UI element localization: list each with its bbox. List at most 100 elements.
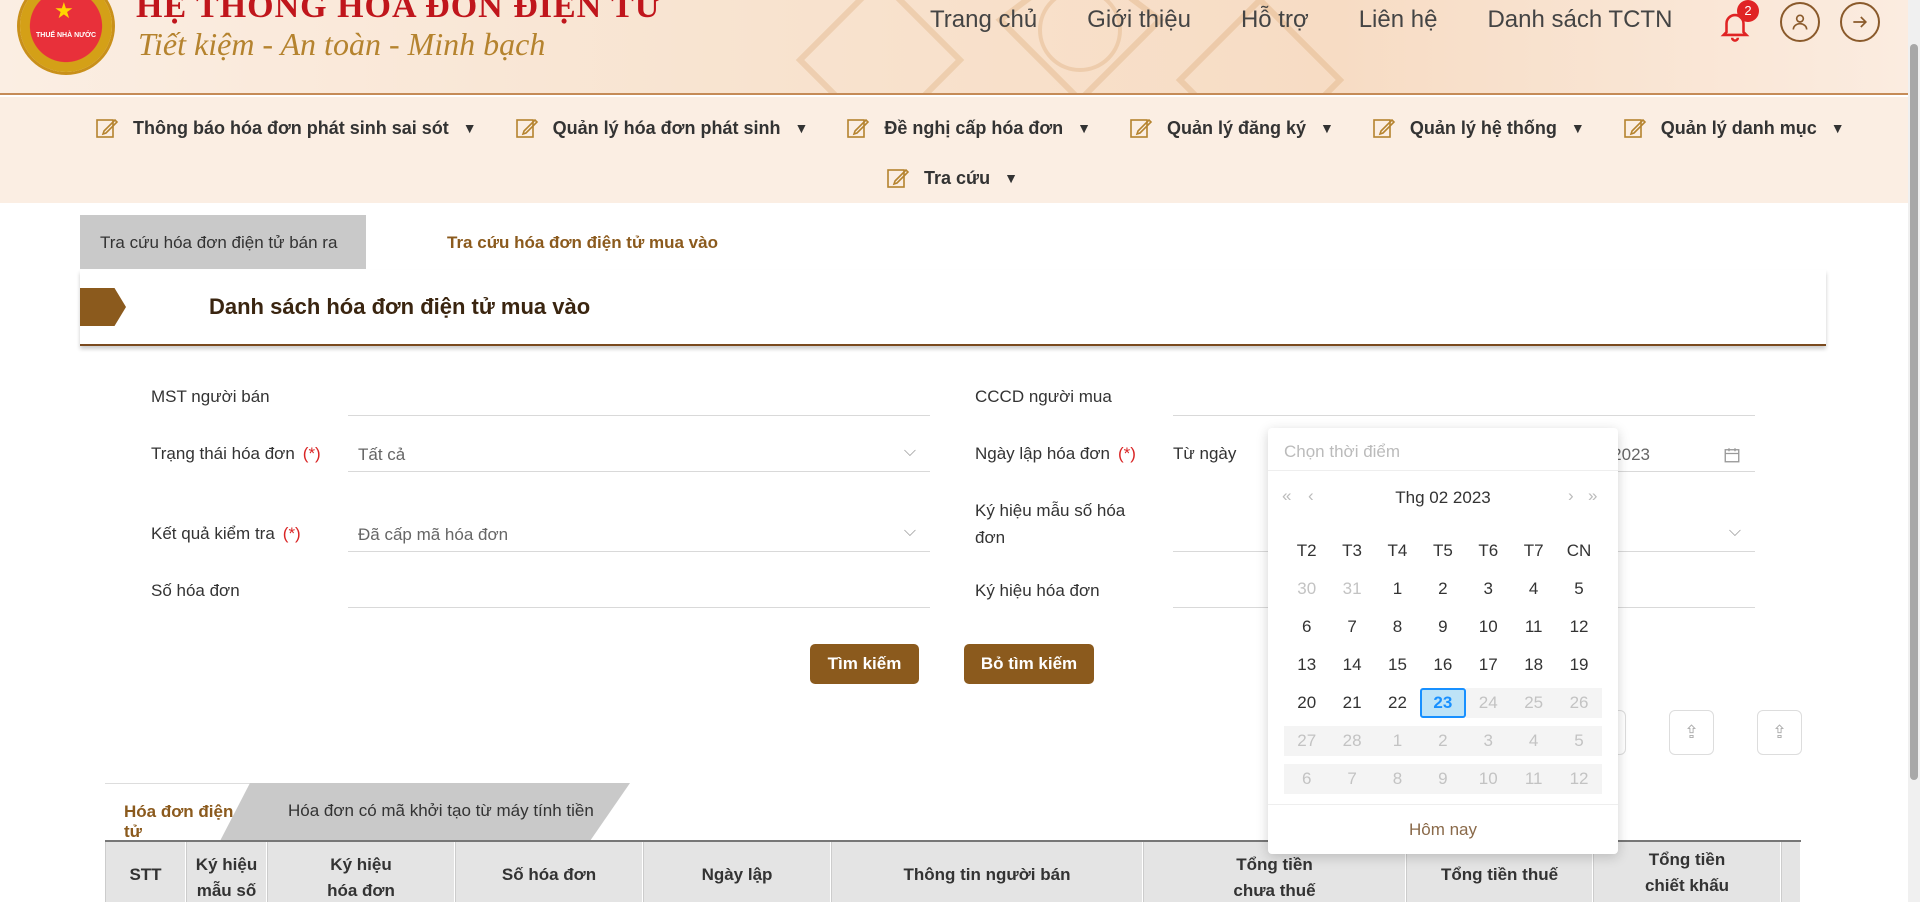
nav-support[interactable]: Hỗ trợ [1241,6,1309,34]
calendar-week-row: 30 31 1 2 3 4 5 [1284,570,1602,608]
today-button[interactable]: Hôm nay [1268,820,1618,840]
arrow-right-icon [1853,16,1868,28]
tab-label: Tra cứu hóa đơn điện tử mua vào [447,233,718,252]
col-number: Số hóa đơn [455,842,643,902]
calendar-day[interactable]: 16 [1420,650,1465,680]
menu-categories[interactable]: Quản lý danh mục ▼ [1623,117,1845,139]
calendar-day[interactable]: 2 [1420,574,1465,604]
menu-invoice-management[interactable]: Quản lý hóa đơn phát sinh ▼ [515,117,808,139]
col-template: Ký hiệu mẫu số [186,842,267,902]
result-select[interactable]: Đã cấp mã hóa đơn ⌵ [348,518,930,552]
nav-about[interactable]: Giới thiệu [1087,6,1191,34]
user-account-button[interactable] [1780,2,1820,42]
weekday-label: T2 [1296,541,1317,560]
calendar-day[interactable]: 3 [1466,574,1511,604]
menu-label: Thông báo hóa đơn phát sinh sai sót [133,117,449,138]
menu-system[interactable]: Quản lý hệ thống ▼ [1372,117,1585,139]
calendar-day-selected[interactable]: 23 [1420,688,1466,718]
tab-bought-invoices[interactable]: Tra cứu hóa đơn điện tử mua vào [366,215,726,269]
scrollbar-thumb[interactable] [1910,44,1918,780]
next-month-icon[interactable]: › [1568,486,1574,506]
site-logo[interactable]: ★ THUẾ NHÀ NƯỚC [20,0,112,72]
calendar-day[interactable]: 1 [1375,574,1420,604]
symbol-label: Ký hiệu hóa đơn [975,581,1100,600]
calendar-day[interactable]: 18 [1511,650,1556,680]
calendar-day: 25 [1510,688,1557,718]
nav-contact[interactable]: Liên hệ [1359,6,1438,34]
calendar-day[interactable]: 9 [1420,612,1465,642]
calendar-day: 9 [1420,764,1466,794]
calendar-day[interactable]: 17 [1466,650,1511,680]
weekday-label: T7 [1523,541,1544,560]
menu-registration[interactable]: Quản lý đăng ký ▼ [1129,117,1334,139]
calendar-day[interactable]: 5 [1556,574,1601,604]
number-input[interactable] [348,574,930,608]
result-value: Đã cấp mã hóa đơn [358,525,509,544]
calendar-day[interactable]: 8 [1375,612,1420,642]
caret-down-icon: ▼ [1570,120,1585,136]
calendar-day[interactable]: 13 [1284,650,1329,680]
calendar-day[interactable]: 21 [1329,688,1374,718]
calendar-week-row: 27 28 1 2 3 4 5 [1284,722,1602,760]
calendar-day[interactable]: 15 [1375,650,1420,680]
status-select[interactable]: Tất cả ⌵ [348,438,930,472]
menu-label: Quản lý hệ thống [1409,117,1557,138]
divider [1268,804,1618,805]
calendar-icon[interactable] [1723,446,1741,464]
calendar-day[interactable]: 11 [1511,612,1556,642]
seller-tax-label: MST người bán [151,387,270,406]
date-picker-popup: Chọn thời điểm « ‹ Thg 02 2023 › » T2 T3… [1268,428,1618,854]
tab-label: Tra cứu hóa đơn điện tử bán ra [100,233,338,252]
calendar-day: 4 [1510,726,1557,756]
chevron-down-icon: ⌵ [903,523,916,540]
date-picker-input[interactable]: Chọn thời điểm [1284,442,1400,462]
nav-home[interactable]: Trang chủ [930,6,1037,34]
seller-tax-input[interactable] [348,382,930,416]
calendar-day[interactable]: 4 [1511,574,1556,604]
tab-sold-invoices[interactable]: Tra cứu hóa đơn điện tử bán ra [80,215,400,269]
calendar-day[interactable]: 12 [1556,612,1601,642]
month-title[interactable]: Thg 02 2023 [1268,488,1618,508]
calendar-day: 31 [1342,579,1362,598]
caret-down-icon: ▼ [1077,120,1091,136]
calendar-day: 11 [1510,764,1557,794]
menu-invoice-request[interactable]: Đề nghị cấp hóa đơn ▼ [846,117,1091,139]
calendar-day[interactable]: 19 [1556,650,1601,680]
next-year-icon[interactable]: » [1588,486,1597,506]
calendar-day[interactable]: 6 [1284,612,1329,642]
calendar-day[interactable]: 22 [1375,688,1420,718]
calendar-day[interactable]: 7 [1329,612,1374,642]
page-scrollbar[interactable] [1908,0,1920,902]
buyer-id-input[interactable] [1173,382,1755,416]
calendar-day[interactable]: 10 [1466,612,1511,642]
calendar-day: 7 [1329,764,1375,794]
calendar-day: 8 [1374,764,1421,794]
tab-label: Hóa đơn có mã khởi tạo từ máy tính tiền [288,801,594,820]
logout-button[interactable] [1840,2,1880,42]
clear-search-button[interactable]: Bỏ tìm kiếm [964,644,1094,684]
nav-tctn-list[interactable]: Danh sách TCTN [1487,6,1672,34]
calendar-day[interactable]: 14 [1329,650,1374,680]
export-all-button[interactable]: ⇪ [1757,710,1802,755]
section-arrow-icon [80,288,126,326]
menu-error-notice[interactable]: Thông báo hóa đơn phát sinh sai sót ▼ [95,117,477,139]
edit-doc-icon [1623,118,1646,138]
tab-cash-register-invoice[interactable]: Hóa đơn có mã khởi tạo từ máy tính tiền [220,783,630,841]
calendar-day: 10 [1465,764,1511,794]
calendar-day: 24 [1465,688,1511,718]
calendar-day[interactable]: 20 [1284,688,1329,718]
weekday-label: T3 [1342,541,1362,560]
result-label: Kết quả kiểm tra (*) [151,524,301,543]
tab-slant [590,783,630,841]
weekday-label: T4 [1387,541,1408,560]
notification-badge: 2 [1737,0,1759,22]
calendar-grid: T2 T3 T4 T5 T6 T7 CN 30 31 1 2 3 4 5 6 7 8 9 10 11 12… [1284,532,1602,798]
menu-lookup[interactable]: Tra cứu ▼ [886,167,1018,189]
export-button[interactable]: ⇪ [1669,710,1714,755]
brand-slogan: Tiết kiệm - An toàn - Minh bạch [138,26,546,62]
search-button[interactable]: Tìm kiếm [810,644,919,684]
menu-label: Tra cứu [924,167,991,188]
divider [1268,470,1618,471]
chevron-down-icon: ⌵ [1728,523,1741,540]
section-title: Danh sách hóa đơn điện tử mua vào [209,294,591,319]
